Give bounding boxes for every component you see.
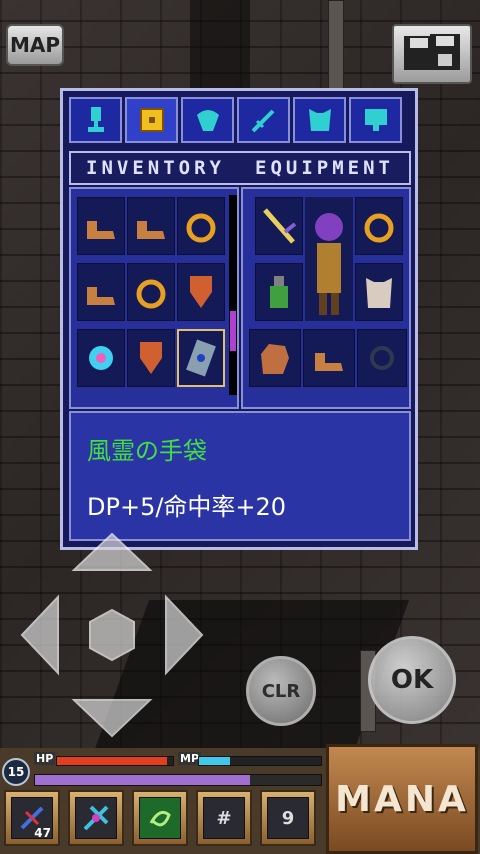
item-name: 風霊の手袋 <box>87 437 207 465</box>
exp-fill <box>35 775 250 785</box>
equipment-title: EQUIPMENT <box>255 157 394 179</box>
sword-icon <box>251 109 274 133</box>
inventory-slot[interactable] <box>77 263 125 321</box>
chest-icon <box>139 108 164 132</box>
equipment-slot-boots[interactable] <box>303 329 355 387</box>
tab-system[interactable] <box>349 97 402 143</box>
inventory-grid <box>69 187 239 409</box>
crystal-icon <box>89 346 113 370</box>
dpad-up-arrow <box>71 532 153 571</box>
potion-icon <box>270 276 288 308</box>
tab-shell[interactable] <box>181 97 234 143</box>
character-portrait <box>305 197 353 321</box>
inventory-title: INVENTORY <box>86 157 225 179</box>
boots-icon <box>87 287 115 305</box>
inventory-slot[interactable] <box>127 197 175 255</box>
level-badge: 15 <box>2 758 30 786</box>
scrollbar-thumb[interactable] <box>230 311 236 351</box>
equipment-slot-glove[interactable] <box>249 329 301 387</box>
hp-bar <box>56 756 174 766</box>
quick-slot-text: 9 <box>267 797 309 839</box>
hero-sprite <box>315 213 343 315</box>
dpad-center <box>89 608 135 662</box>
save-button[interactable] <box>392 24 472 84</box>
item-stats: DP+5/命中率+20 <box>87 493 287 521</box>
shield-icon <box>140 342 162 374</box>
shell-icon <box>196 110 219 131</box>
hp-fill <box>57 757 168 765</box>
inventory-scrollbar[interactable] <box>229 195 237 395</box>
equipment-slot-accessory[interactable] <box>255 263 303 321</box>
quick-slot-3[interactable] <box>132 790 188 846</box>
ring-icon <box>136 279 166 309</box>
quick-slot-icon <box>139 797 181 839</box>
ok-button[interactable]: OK <box>368 636 456 724</box>
inventory-slot[interactable] <box>177 263 225 321</box>
item-description-box: 風霊の手袋 DP+5/命中率+20 <box>69 411 411 541</box>
clear-button[interactable]: CLR <box>246 656 316 726</box>
shield-icon <box>190 276 212 308</box>
quick-slot-count: 47 <box>34 826 51 840</box>
mp-bar <box>198 756 322 766</box>
equipment-slot-weapon[interactable] <box>255 197 303 255</box>
inventory-slot[interactable] <box>127 329 175 387</box>
quick-slot-text: # <box>203 797 245 839</box>
directional-pad[interactable] <box>20 530 204 740</box>
tab-trophy[interactable] <box>69 97 122 143</box>
floppy-disk-icon <box>404 34 460 70</box>
tab-items[interactable] <box>125 97 178 143</box>
pillar <box>328 0 344 92</box>
quick-slot-5[interactable]: 9 <box>260 790 316 846</box>
panel-header: INVENTORY EQUIPMENT <box>69 151 411 185</box>
exp-bar <box>34 774 322 786</box>
monitor-icon <box>364 109 387 131</box>
map-button[interactable]: MAP <box>6 24 64 66</box>
inventory-panel: INVENTORY EQUIPMENT 風霊の手袋 DP+5/命中率+20 <box>60 88 418 550</box>
quick-slot-icon <box>75 797 117 839</box>
inventory-slot[interactable] <box>177 197 225 255</box>
tab-armor[interactable] <box>293 97 346 143</box>
armor-icon <box>366 278 392 308</box>
mp-fill <box>199 757 230 765</box>
floor-shadow <box>190 0 250 90</box>
dpad-graphic <box>20 532 204 738</box>
ring-icon <box>364 213 394 243</box>
boots-icon <box>315 353 343 371</box>
boots-icon <box>137 221 165 239</box>
armor-icon <box>308 109 331 131</box>
boots-icon <box>87 221 115 239</box>
inventory-slot[interactable] <box>77 329 125 387</box>
equipment-grid <box>241 187 411 409</box>
tab-weapons[interactable] <box>237 97 290 143</box>
equipment-slot-ring[interactable] <box>355 197 403 255</box>
inventory-slot[interactable] <box>127 263 175 321</box>
inventory-slot[interactable] <box>77 197 125 255</box>
scroll-icon <box>186 339 216 377</box>
quick-slot-icon: 47 <box>11 797 53 840</box>
amulet-icon <box>370 346 394 370</box>
category-tabs <box>69 97 402 143</box>
hp-label: HP <box>34 752 56 765</box>
wind-icon <box>149 810 171 827</box>
dpad-left-arrow <box>20 594 59 676</box>
mana-button[interactable]: MANA <box>326 744 478 854</box>
quick-slot-1[interactable]: 47 <box>4 790 60 846</box>
spell-icon <box>83 805 109 831</box>
ring-icon <box>186 213 216 243</box>
equipment-slot-amulet[interactable] <box>357 329 407 387</box>
inventory-slot-selected[interactable] <box>177 329 225 387</box>
quick-slot-4[interactable]: # <box>196 790 252 846</box>
quick-slot-2[interactable] <box>68 790 124 846</box>
glove-icon <box>261 344 289 374</box>
dpad-down-arrow <box>71 699 153 738</box>
dpad-right-arrow <box>165 594 204 676</box>
sword-icon <box>263 208 297 244</box>
equipment-slot-armor[interactable] <box>355 263 403 321</box>
trophy-icon <box>87 107 104 132</box>
